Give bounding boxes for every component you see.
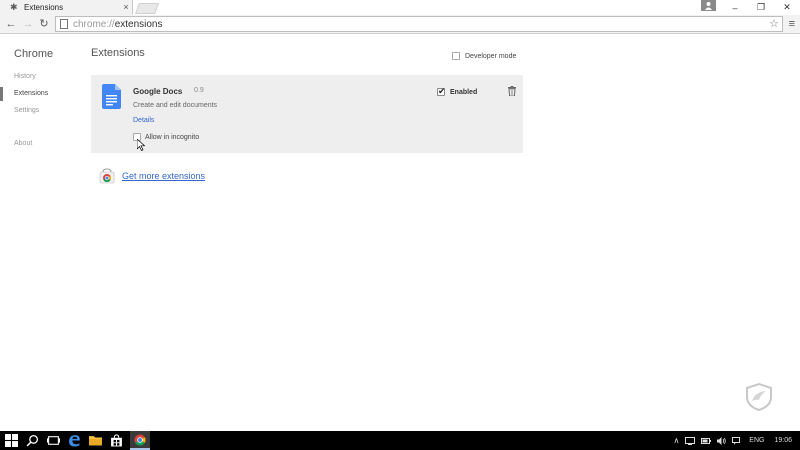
sidebar-item-about[interactable]: About [14,140,32,147]
page-icon [60,19,68,29]
extension-name: Google Docs [133,87,183,96]
extension-version: 0.9 [194,87,204,94]
taskbar-chrome-button[interactable] [130,431,150,450]
developer-mode-toggle[interactable]: Developer mode [452,52,516,60]
task-view-icon[interactable] [47,434,60,447]
tab-extensions[interactable]: ✱ Extensions × [0,0,133,15]
extension-description: Create and edit documents [133,102,218,109]
url-text[interactable]: chrome://extensions [73,19,163,30]
new-tab-button[interactable] [134,3,160,14]
tab-close-icon[interactable]: × [120,2,132,12]
clock[interactable]: 19:06 [774,437,792,444]
trash-icon[interactable] [508,86,516,96]
restore-button[interactable]: ❐ [748,0,774,15]
browser-toolbar: ← → ↻ chrome://extensions ☆ ≡ [0,15,800,34]
edge-browser-icon[interactable] [68,434,81,447]
forward-button[interactable]: → [21,17,35,31]
store-icon[interactable] [110,434,123,447]
reload-button[interactable]: ↻ [37,17,51,31]
title-bar: ✱ Extensions × – ❐ ✕ [0,0,800,15]
allow-incognito-label: Allow in incognito [145,133,200,141]
enabled-label: Enabled [450,88,478,96]
details-link[interactable]: Details [133,117,154,124]
message-icon[interactable] [732,436,741,445]
volume-icon[interactable] [717,436,726,445]
developer-mode-label: Developer mode [465,52,517,60]
close-window-button[interactable]: ✕ [774,0,800,15]
chevron-up-icon[interactable]: ∧ [673,436,679,445]
chrome-menu-icon[interactable]: ≡ [789,17,795,31]
file-explorer-icon[interactable] [89,434,102,447]
enabled-toggle[interactable]: ✔ Enabled [437,86,478,96]
tab-title: Extensions [24,2,64,12]
bookmark-star-icon[interactable]: ☆ [769,17,779,31]
chrome-icon [134,434,146,446]
sidebar-title: Chrome [14,48,54,60]
windows-start-icon[interactable] [5,434,18,447]
network-icon[interactable] [685,436,696,445]
battery-icon[interactable] [701,437,712,445]
profile-avatar-icon[interactable] [701,0,716,11]
back-button[interactable]: ← [4,17,18,31]
developer-mode-checkbox[interactable] [452,52,460,60]
system-tray: ∧ ENG 19:06 [670,431,800,450]
windows-taskbar: ∧ ENG 19:06 [0,431,800,450]
puzzle-icon: ✱ [10,1,18,12]
sidebar-item-history[interactable]: History [14,73,36,80]
page-title: Extensions [91,47,145,59]
language-indicator[interactable]: ENG [749,437,764,444]
google-docs-icon [102,84,121,109]
get-more-extensions-link[interactable]: Get more extensions [122,171,205,181]
mouse-cursor-icon [137,139,145,151]
get-more-extensions[interactable]: Get more extensions [99,168,205,184]
sidebar: Chrome History Extensions Settings About [0,35,80,431]
extension-card: Google Docs 0.9 Create and edit document… [91,75,523,153]
watermark-logo-icon [746,382,772,412]
chrome-web-store-icon [99,168,115,184]
sidebar-item-settings[interactable]: Settings [14,107,39,114]
minimize-button[interactable]: – [722,0,748,15]
enabled-checkbox[interactable]: ✔ [437,86,446,96]
sidebar-item-extensions[interactable]: Extensions [14,90,48,97]
search-icon[interactable] [26,434,39,447]
address-bar[interactable]: chrome://extensions ☆ [55,16,783,32]
active-marker [0,87,3,101]
